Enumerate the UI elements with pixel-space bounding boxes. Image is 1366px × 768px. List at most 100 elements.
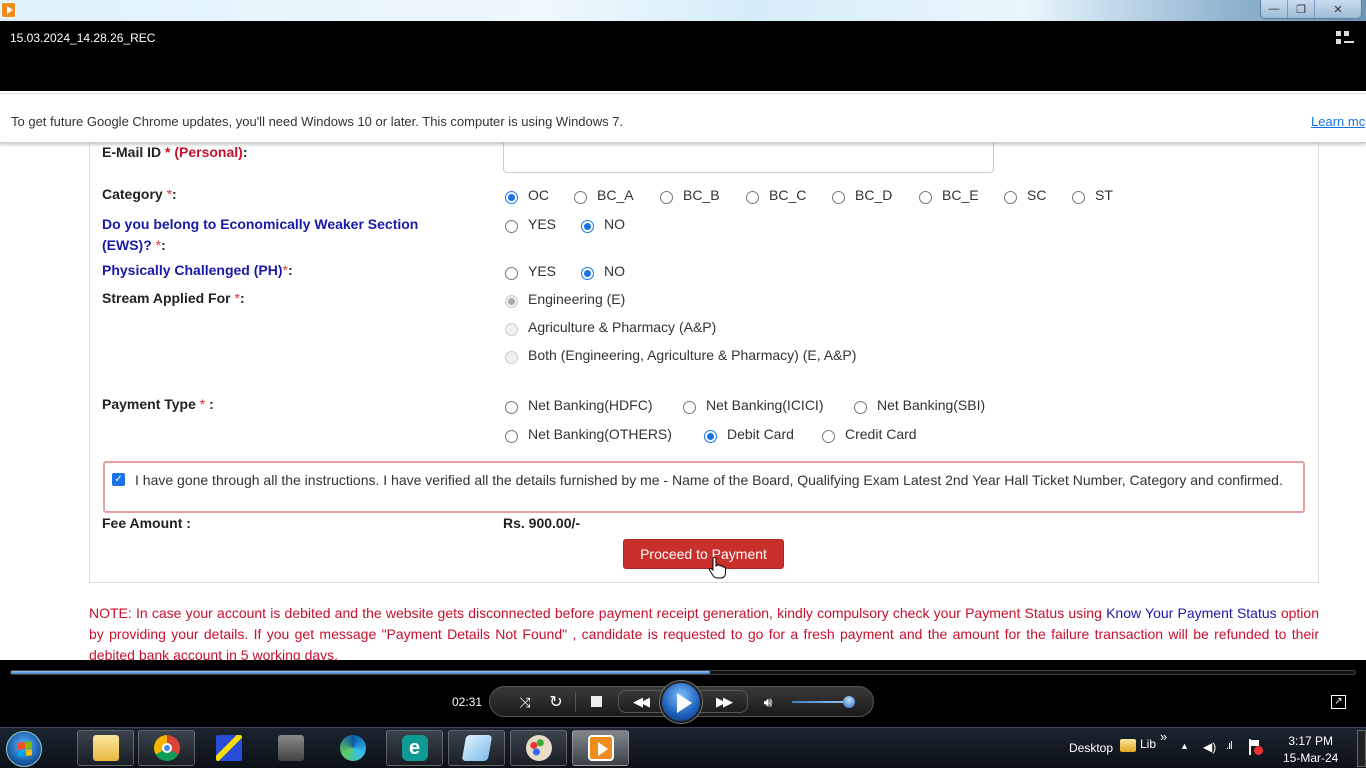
category-option-oc[interactable]: OC <box>505 186 574 204</box>
volume-slider[interactable] <box>792 701 849 703</box>
radio-button[interactable] <box>1004 191 1017 204</box>
category-label: Category *: <box>102 186 177 202</box>
category-option-bc-c[interactable]: BC_C <box>746 186 832 204</box>
radio-button[interactable] <box>854 401 867 414</box>
radio-button[interactable] <box>919 191 932 204</box>
payment-option-netbanking-sbi[interactable]: Net Banking(SBI) <box>854 396 985 414</box>
radio-button[interactable] <box>746 191 759 204</box>
seek-bar[interactable] <box>10 670 1356 675</box>
elapsed-time: 02:31 <box>452 695 483 709</box>
know-your-payment-status-link[interactable]: Know Your Payment Status <box>1106 605 1277 621</box>
radio-button[interactable] <box>505 323 518 336</box>
payment-type-row-1: Net Banking(HDFC) Net Banking(ICICI) Net… <box>505 396 985 414</box>
taskbar-media-player[interactable] <box>572 730 629 766</box>
clock-date: 15-Mar-24 <box>1283 751 1339 765</box>
category-option-bc-e[interactable]: BC_E <box>919 186 1004 204</box>
payment-option-debit-card[interactable]: Debit Card <box>704 425 822 443</box>
category-radio-group: OC BC_A BC_B BC_C BC_D BC_E SC ST <box>505 186 1113 204</box>
payment-option-credit-card[interactable]: Credit Card <box>822 425 917 443</box>
seek-bar-progress <box>11 671 710 674</box>
category-option-bc-a[interactable]: BC_A <box>574 186 660 204</box>
network-signal-icon[interactable]: .ıl <box>1226 740 1232 752</box>
radio-button[interactable] <box>832 191 845 204</box>
stop-icon[interactable] <box>591 696 602 707</box>
fullscreen-icon[interactable]: ↗ <box>1331 695 1346 709</box>
restore-button[interactable]: ❐ <box>1288 0 1315 18</box>
media-player-icon <box>1 2 16 18</box>
radio-button[interactable] <box>581 220 594 233</box>
radio-button[interactable] <box>683 401 696 414</box>
radio-button[interactable] <box>505 220 518 233</box>
radio-button[interactable] <box>505 401 518 414</box>
declaration-box: ✓ I have gone through all the instructio… <box>103 461 1305 513</box>
taskbar-notepad[interactable] <box>448 730 505 766</box>
minimize-button[interactable]: — <box>1261 0 1288 18</box>
media-player-icon <box>587 735 614 761</box>
repeat-icon[interactable]: ↻ <box>547 693 565 711</box>
payment-type-row-2: Net Banking(OTHERS) Debit Card Credit Ca… <box>505 425 917 443</box>
radio-button[interactable] <box>1072 191 1085 204</box>
switch-to-library-icon[interactable] <box>1336 31 1354 45</box>
proceed-to-payment-button[interactable]: Proceed to Payment <box>623 539 784 569</box>
ews-option-no[interactable]: NO <box>581 215 625 233</box>
taskbar-chrome[interactable] <box>138 730 195 766</box>
radio-button[interactable] <box>505 430 518 443</box>
ph-option-no[interactable]: NO <box>581 262 625 280</box>
taskbar-edge[interactable] <box>324 730 381 766</box>
play-icon[interactable] <box>660 681 702 723</box>
show-hidden-icons[interactable]: ▲ <box>1180 741 1189 751</box>
action-center-flag-icon[interactable] <box>1249 739 1263 755</box>
stream-option-engineering[interactable]: Engineering (E) <box>505 290 625 308</box>
fast-forward-icon[interactable]: ▶▶ <box>710 692 736 712</box>
stream-option-both[interactable]: Both (Engineering, Agriculture & Pharmac… <box>505 346 856 364</box>
show-desktop-button[interactable] <box>1357 730 1366 767</box>
ph-radio-group: YES NO <box>505 262 625 280</box>
category-option-sc[interactable]: SC <box>1004 186 1072 204</box>
payment-option-netbanking-others[interactable]: Net Banking(OTHERS) <box>505 425 704 443</box>
close-button[interactable]: ✕ <box>1315 0 1361 18</box>
category-option-st[interactable]: ST <box>1072 186 1113 204</box>
volume-slider-handle[interactable] <box>843 696 855 708</box>
stream-label: Stream Applied For *: <box>102 290 245 306</box>
radio-button[interactable] <box>505 267 518 280</box>
radio-button[interactable] <box>505 295 518 308</box>
radio-button[interactable] <box>822 430 835 443</box>
radio-button[interactable] <box>581 267 594 280</box>
email-label: E-Mail ID * (Personal): <box>102 144 248 160</box>
volume-tray-icon[interactable]: ◀) <box>1203 740 1216 754</box>
desktop-toolbar[interactable]: Desktop <box>1069 741 1113 755</box>
fee-amount-value: Rs. 900.00/- <box>503 515 581 531</box>
stream-option-agri-pharmacy[interactable]: Agriculture & Pharmacy (A&P) <box>505 318 716 336</box>
libraries-toolbar[interactable]: Lib <box>1140 737 1156 751</box>
rewind-icon[interactable]: ◀◀ <box>627 692 653 712</box>
ews-label: Do you belong to Economically Weaker Sec… <box>102 216 419 253</box>
payment-option-netbanking-hdfc[interactable]: Net Banking(HDFC) <box>505 396 683 414</box>
chrome-icon <box>153 735 180 761</box>
taskbar-paint[interactable] <box>510 730 567 766</box>
category-option-bc-b[interactable]: BC_B <box>660 186 746 204</box>
taskbar-explorer[interactable] <box>77 730 134 766</box>
ews-option-yes[interactable]: YES <box>505 215 581 233</box>
ph-option-yes[interactable]: YES <box>505 262 581 280</box>
radio-button[interactable] <box>704 430 717 443</box>
fee-amount-label: Fee Amount : <box>102 515 191 531</box>
learn-more-link[interactable]: Learn mc <box>1311 114 1365 129</box>
taskbar-network-connection[interactable] <box>200 730 257 766</box>
taskbar-eset[interactable]: e <box>386 730 443 766</box>
start-button[interactable] <box>6 731 42 767</box>
shuffle-icon[interactable]: ⤨ <box>516 693 534 711</box>
radio-button[interactable] <box>574 191 587 204</box>
ews-radio-group: YES NO <box>505 215 625 233</box>
padlock-icon <box>277 735 304 761</box>
volume-icon[interactable]: 🔊︎ <box>758 692 778 712</box>
email-input[interactable] <box>503 143 994 173</box>
payment-option-netbanking-icici[interactable]: Net Banking(ICICI) <box>683 396 854 414</box>
toolbar-chevron[interactable]: » <box>1160 729 1167 744</box>
declaration-checkbox[interactable]: ✓ <box>112 473 125 486</box>
radio-button[interactable] <box>660 191 673 204</box>
category-option-bc-d[interactable]: BC_D <box>832 186 919 204</box>
radio-button[interactable] <box>505 351 518 364</box>
taskbar-security-tool[interactable] <box>262 730 319 766</box>
system-clock[interactable]: 3:17 PM 15-Mar-24 <box>1283 733 1338 767</box>
radio-button[interactable] <box>505 191 518 204</box>
